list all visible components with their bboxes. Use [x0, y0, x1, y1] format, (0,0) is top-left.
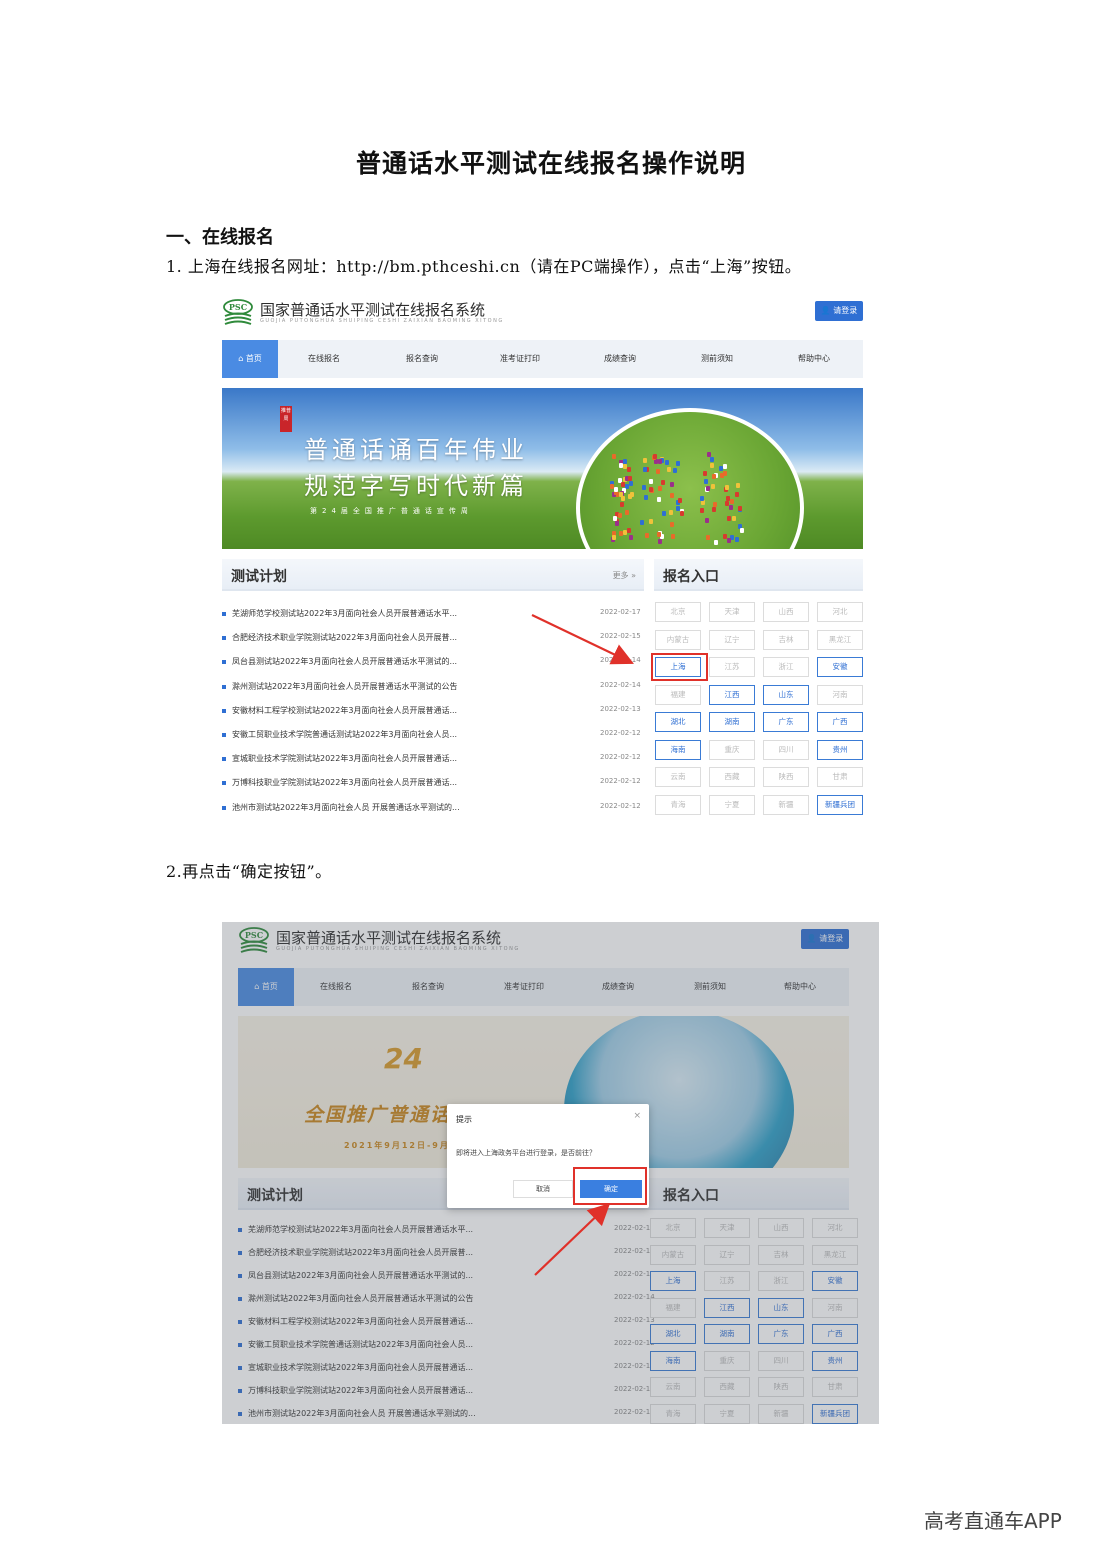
watermark: 高考直通车APP — [924, 1509, 1062, 1533]
step-1-instruction: 1. 上海在线报名网址：http://bm.pthceshi.cn（请在PC端操… — [166, 257, 802, 276]
screenshot-confirm-dialog: PSC 国家普通话水平测试在线报名系统 GUOJIA PUTONGHUA SHU… — [222, 922, 879, 1424]
screenshot-registration-home: PSC 国家普通话水平测试在线报名系统 GUOJIA PUTONGHUA SHU… — [222, 294, 863, 820]
document-title: 普通话水平测试在线报名操作说明 — [355, 149, 746, 178]
step-2-instruction: 2.再点击“确定按钮”。 — [166, 862, 332, 881]
section-heading: 一、在线报名 — [166, 227, 274, 248]
arrow-to-shanghai-icon — [531, 614, 634, 665]
arrow-to-confirm-icon — [534, 1202, 611, 1276]
